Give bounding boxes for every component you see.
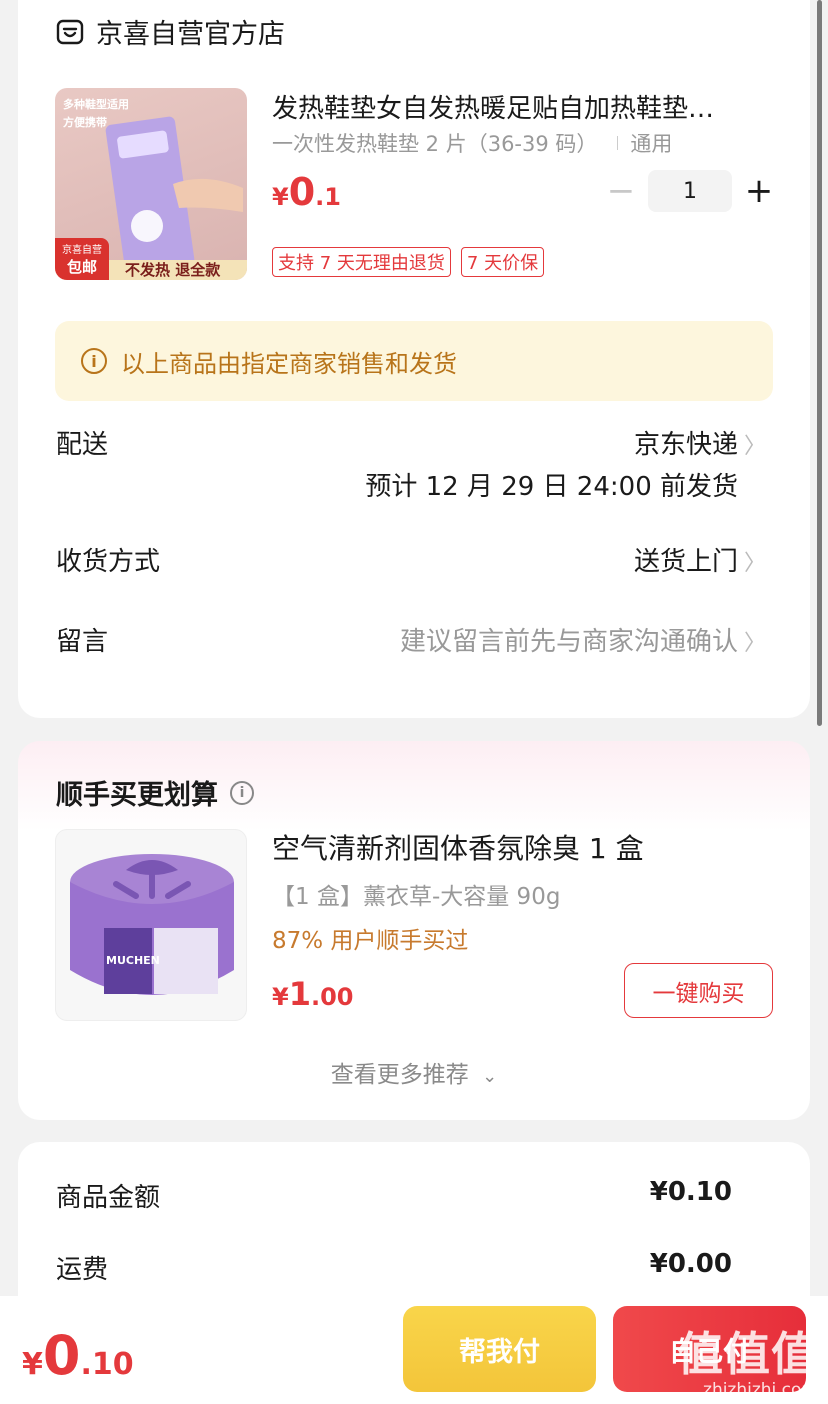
chevron-down-icon: ⌄ xyxy=(482,1066,498,1087)
thumb-badge-sub: 方便携带 xyxy=(63,116,107,129)
recommend-brand-text: MUCHEN xyxy=(106,954,160,967)
product-thumbnail[interactable]: 多种鞋型适用 方便携带 京喜自营 包邮 不发热 退全款 xyxy=(55,88,247,280)
increase-button[interactable]: + xyxy=(736,170,782,212)
watermark-text: 值值值 xyxy=(677,1327,818,1381)
total-currency: ¥ xyxy=(22,1347,43,1382)
chevron-right-icon[interactable]: 〉 xyxy=(744,428,766,460)
info-icon: i xyxy=(81,348,107,374)
recommend-item-spec: 【1 盒】薰衣草-大容量 90g xyxy=(272,884,561,910)
thumb-corner-top: 京喜自营 xyxy=(62,245,102,256)
store-card: 京喜自营官方店 多种鞋型适用 方便携带 京喜自营 包邮 不发热 退全款 发热鞋垫… xyxy=(18,0,810,718)
product-title[interactable]: 发热鞋垫女自发热暖足贴自加热鞋垫… xyxy=(272,88,772,125)
total-price: ¥ 0 .10 xyxy=(22,1324,134,1387)
recommend-buyers: 87% 用户顺手买过 xyxy=(272,928,469,954)
message-input[interactable]: 建议留言前先与商家沟通确认 xyxy=(400,621,738,658)
receive-method-value[interactable]: 送货上门 xyxy=(634,541,738,578)
quantity-value[interactable]: 1 xyxy=(648,170,732,212)
service-tags: 支持 7 天无理由退货 7 天价保 xyxy=(272,247,545,277)
shipping-value: ¥0.00 xyxy=(649,1249,732,1279)
shipping-label: 运费 xyxy=(56,1255,109,1285)
recommend-item-title[interactable]: 空气清新剂固体香氛除臭 1 盒 xyxy=(272,827,644,867)
delivery-label: 配送 xyxy=(56,430,109,460)
total-decimal: .10 xyxy=(80,1347,134,1382)
thumb-badge-top: 多种鞋型适用 xyxy=(63,98,129,111)
goods-amount-label: 商品金额 xyxy=(56,1183,161,1213)
tag-return: 支持 7 天无理由退货 xyxy=(272,247,451,277)
decrease-button[interactable]: − xyxy=(598,170,644,212)
price-decimal: .1 xyxy=(315,183,341,211)
product-spec-text: 一次性发热鞋垫 2 片（36-39 码） xyxy=(272,132,598,156)
help-me-pay-button[interactable]: 帮我付 xyxy=(403,1306,596,1392)
recommend-header: 顺手买更划算 i xyxy=(56,773,254,812)
store-header[interactable]: 京喜自营官方店 xyxy=(56,12,285,51)
delivery-value[interactable]: 京东快递 xyxy=(634,424,738,461)
thumb-corner-badge: 京喜自营 包邮 xyxy=(55,238,109,280)
goods-amount-value: ¥0.10 xyxy=(649,1177,732,1207)
receive-method-label: 收货方式 xyxy=(56,547,161,577)
delivery-eta: 预计 12 月 29 日 24:00 前发货 xyxy=(365,472,738,502)
recommend-price: ¥ 1 .00 xyxy=(272,975,353,1013)
price-currency: ¥ xyxy=(272,983,289,1011)
message-label: 留言 xyxy=(56,627,109,657)
recommend-image xyxy=(70,854,234,995)
chevron-right-icon[interactable]: 〉 xyxy=(744,625,766,657)
thumb-promo: 不发热 退全款 xyxy=(125,261,221,279)
price-integer: 1 xyxy=(288,975,311,1013)
one-click-buy-button[interactable]: 一键购买 xyxy=(624,963,773,1018)
notice-text: 以上商品由指定商家销售和发货 xyxy=(121,349,457,378)
recommend-thumbnail[interactable]: MUCHEN xyxy=(55,829,247,1021)
product-price: ¥ 0 .1 xyxy=(272,170,341,214)
product-spec[interactable]: 一次性发热鞋垫 2 片（36-39 码） 通用 xyxy=(272,128,672,158)
total-integer: 0 xyxy=(42,1324,81,1387)
store-icon xyxy=(56,19,84,44)
price-decimal: .00 xyxy=(310,983,354,1011)
spec-divider xyxy=(617,136,619,150)
chevron-right-icon[interactable]: 〉 xyxy=(744,545,766,577)
recommend-card: 顺手买更划算 i MUCHEN 空气清新剂固体香氛除臭 1 盒 【1 盒】薰衣草… xyxy=(18,741,810,1120)
seller-notice: i 以上商品由指定商家销售和发货 xyxy=(55,321,773,401)
watermark: 值值值 zhizhizhi.com xyxy=(677,1318,818,1400)
thumb-corner-bottom: 包邮 xyxy=(66,258,97,276)
product-spec-extra: 通用 xyxy=(630,132,673,156)
scrollbar[interactable] xyxy=(817,0,822,726)
price-currency: ¥ xyxy=(272,183,289,211)
more-recommend-label: 查看更多推荐 xyxy=(330,1062,469,1088)
info-icon[interactable]: i xyxy=(230,780,254,805)
quantity-stepper: − 1 + xyxy=(598,170,782,212)
recommend-title: 顺手买更划算 xyxy=(56,780,218,811)
tag-price-protect: 7 天价保 xyxy=(460,247,545,277)
store-name: 京喜自营官方店 xyxy=(96,19,285,50)
more-recommend-link[interactable]: 查看更多推荐 ⌄ xyxy=(18,1055,810,1089)
price-integer: 0 xyxy=(288,170,316,214)
